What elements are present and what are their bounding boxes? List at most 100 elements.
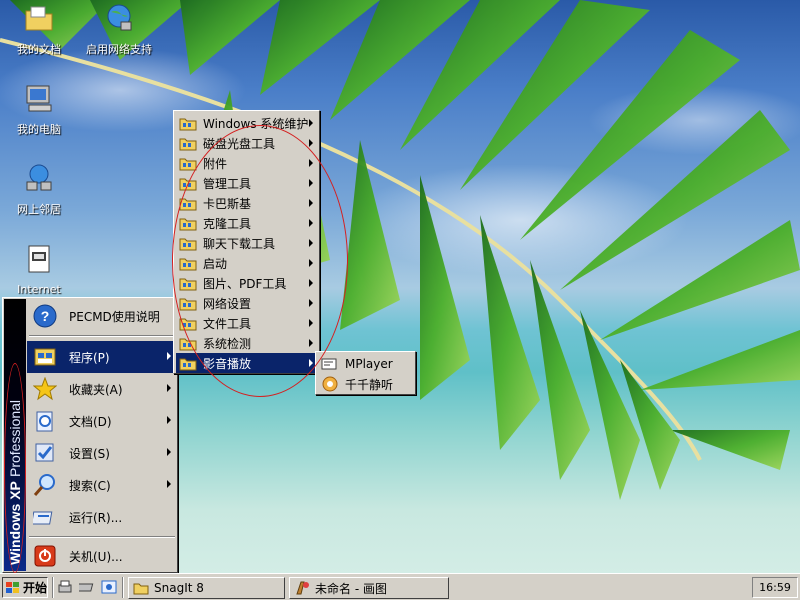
programs-menu-item-label: 克隆工具 [203,216,252,231]
start-menu-item-favorites[interactable]: 收藏夹(A) [27,373,177,405]
chevron-right-icon [309,219,313,227]
programs-menu-item[interactable]: 磁盘光盘工具 [176,133,317,153]
mplayer-icon [321,358,337,370]
globe-network-icon [107,4,132,31]
chevron-right-icon [309,159,313,167]
media-menu-item-label: MPlayer [345,357,393,371]
start-menu-item-label: 关机(U)... [69,549,123,564]
programs-menu-item-label: 系统检测 [203,336,252,351]
programs-menu-item[interactable]: 聊天下载工具 [176,233,317,253]
task-button-snagit[interactable]: SnagIt 8 [128,577,285,599]
task-button-label: SnagIt 8 [154,581,204,595]
start-button[interactable]: 开始 [2,577,48,598]
desktop-icon-my-documents[interactable]: 我的文档 [4,2,74,57]
programs-icon [34,348,56,366]
programs-submenu: Windows 系统维护磁盘光盘工具附件管理工具卡巴斯基克隆工具聊天下载工具 启动… [173,110,320,374]
programs-menu-item[interactable]: 启动 [176,253,317,273]
program-group-folder-icon [179,318,197,331]
search-icon [33,474,55,496]
help-icon: ? [33,304,57,328]
media-menu-item-ttplayer[interactable]: 千千静听 [318,374,413,394]
banner-edition: Professional [7,400,23,478]
start-menu-item-label: 文档(D) [69,414,112,429]
chevron-right-icon [309,119,313,127]
system-tray-clock[interactable]: 16:59 [752,577,798,598]
chevron-right-icon [309,359,313,367]
explorer-icon[interactable] [101,579,117,595]
my-documents-folder-icon [25,6,53,31]
media-submenu: MPlayer 千千静听 [315,351,416,395]
my-computer-icon [26,85,52,112]
programs-menu-item[interactable]: 文件工具 [176,313,317,333]
media-menu-item-mplayer[interactable]: MPlayer [318,354,413,374]
programs-menu-item[interactable]: 管理工具 [176,173,317,193]
program-group-folder-icon [179,258,197,271]
start-menu-separator [29,335,175,337]
settings-icon [35,443,54,462]
programs-menu-item-label: 聊天下载工具 [203,236,276,251]
start-menu-banner: Windows XP Professional [4,299,26,571]
programs-menu-item-label: 附件 [203,156,228,171]
desktop-icon-label: 我的电脑 [17,123,61,136]
chevron-right-icon [309,339,313,347]
start-menu-item-settings[interactable]: 设置(S) [27,437,177,469]
programs-menu-item-label: 启动 [203,256,228,271]
desktop-icon-network-places[interactable]: 网上邻居 [4,162,74,217]
program-group-folder-icon [179,118,197,131]
chevron-right-icon [309,299,313,307]
program-group-folder-icon [179,198,197,211]
program-group-folder-icon [179,158,197,171]
windows-flag-icon [6,581,19,593]
start-menu-item-search[interactable]: 搜索(C) [27,469,177,501]
start-button-label: 开始 [23,581,48,595]
paint-icon [296,581,309,595]
start-menu-item-label: 收藏夹(A) [69,382,123,397]
banner-title: Windows XP [7,481,23,565]
favorites-star-icon [33,377,57,401]
chevron-right-icon [167,448,171,456]
chevron-right-icon [309,199,313,207]
programs-menu-item-label: 卡巴斯基 [203,196,252,211]
programs-menu-item-label: Windows 系统维护 [203,116,309,131]
drive-icon[interactable] [79,579,95,595]
desktop-icon-label: 网上邻居 [17,203,61,216]
chevron-right-icon [167,416,171,424]
programs-menu-item-label: 图片、PDF工具 [203,276,287,291]
programs-menu-item-label: 管理工具 [203,176,252,191]
programs-menu-item[interactable]: Windows 系统维护 [176,113,317,133]
start-menu-item-documents[interactable]: 文档(D) [27,405,177,437]
chevron-right-icon [309,279,313,287]
start-menu-item-run[interactable]: 运行(R)... [27,501,177,533]
programs-menu-item[interactable]: 影音播放 [176,353,317,373]
desktop-icon-label: 启用网络支持 [86,43,152,56]
media-menu-item-label: 千千静听 [345,377,394,392]
start-menu-item-label: 运行(R)... [69,510,123,525]
folder-icon [133,583,149,595]
printer-icon[interactable] [57,579,73,595]
start-menu-item-programs[interactable]: 程序(P) [27,341,177,373]
desktop-icon-my-computer[interactable]: 我的电脑 [4,82,74,137]
start-menu-banner-text: Windows XP Professional [6,305,24,565]
chevron-right-icon [309,139,313,147]
programs-menu-item[interactable]: 卡巴斯基 [176,193,317,213]
program-group-folder-icon [179,338,197,351]
taskbar: 开始 SnagIt 8 未命名 - 画图 16:59 [0,573,800,600]
desktop-icon-internet[interactable]: Internet [4,244,74,296]
programs-menu-item[interactable]: 克隆工具 [176,213,317,233]
task-button-paint[interactable]: 未命名 - 画图 [289,577,449,599]
programs-menu-item[interactable]: 附件 [176,153,317,173]
start-menu-item-label: 搜索(C) [69,478,111,493]
programs-menu-item[interactable]: 网络设置 [176,293,317,313]
programs-menu-item[interactable]: 图片、PDF工具 [176,273,317,293]
chevron-right-icon [309,239,313,247]
clock-time: 16:59 [759,581,791,594]
run-icon [33,511,53,525]
programs-menu-item-label: 网络设置 [203,296,252,311]
start-menu-item-pecmd-help[interactable]: ? PECMD使用说明 [27,300,177,332]
internet-icon [28,245,50,273]
desktop-icon-network-support[interactable]: 启用网络支持 [84,2,154,57]
program-group-folder-icon [179,178,197,191]
programs-menu-item[interactable]: 系统检测 [176,333,317,353]
start-menu-item-shutdown[interactable]: 关机(U)... [27,540,177,572]
taskbar-divider [52,577,54,598]
